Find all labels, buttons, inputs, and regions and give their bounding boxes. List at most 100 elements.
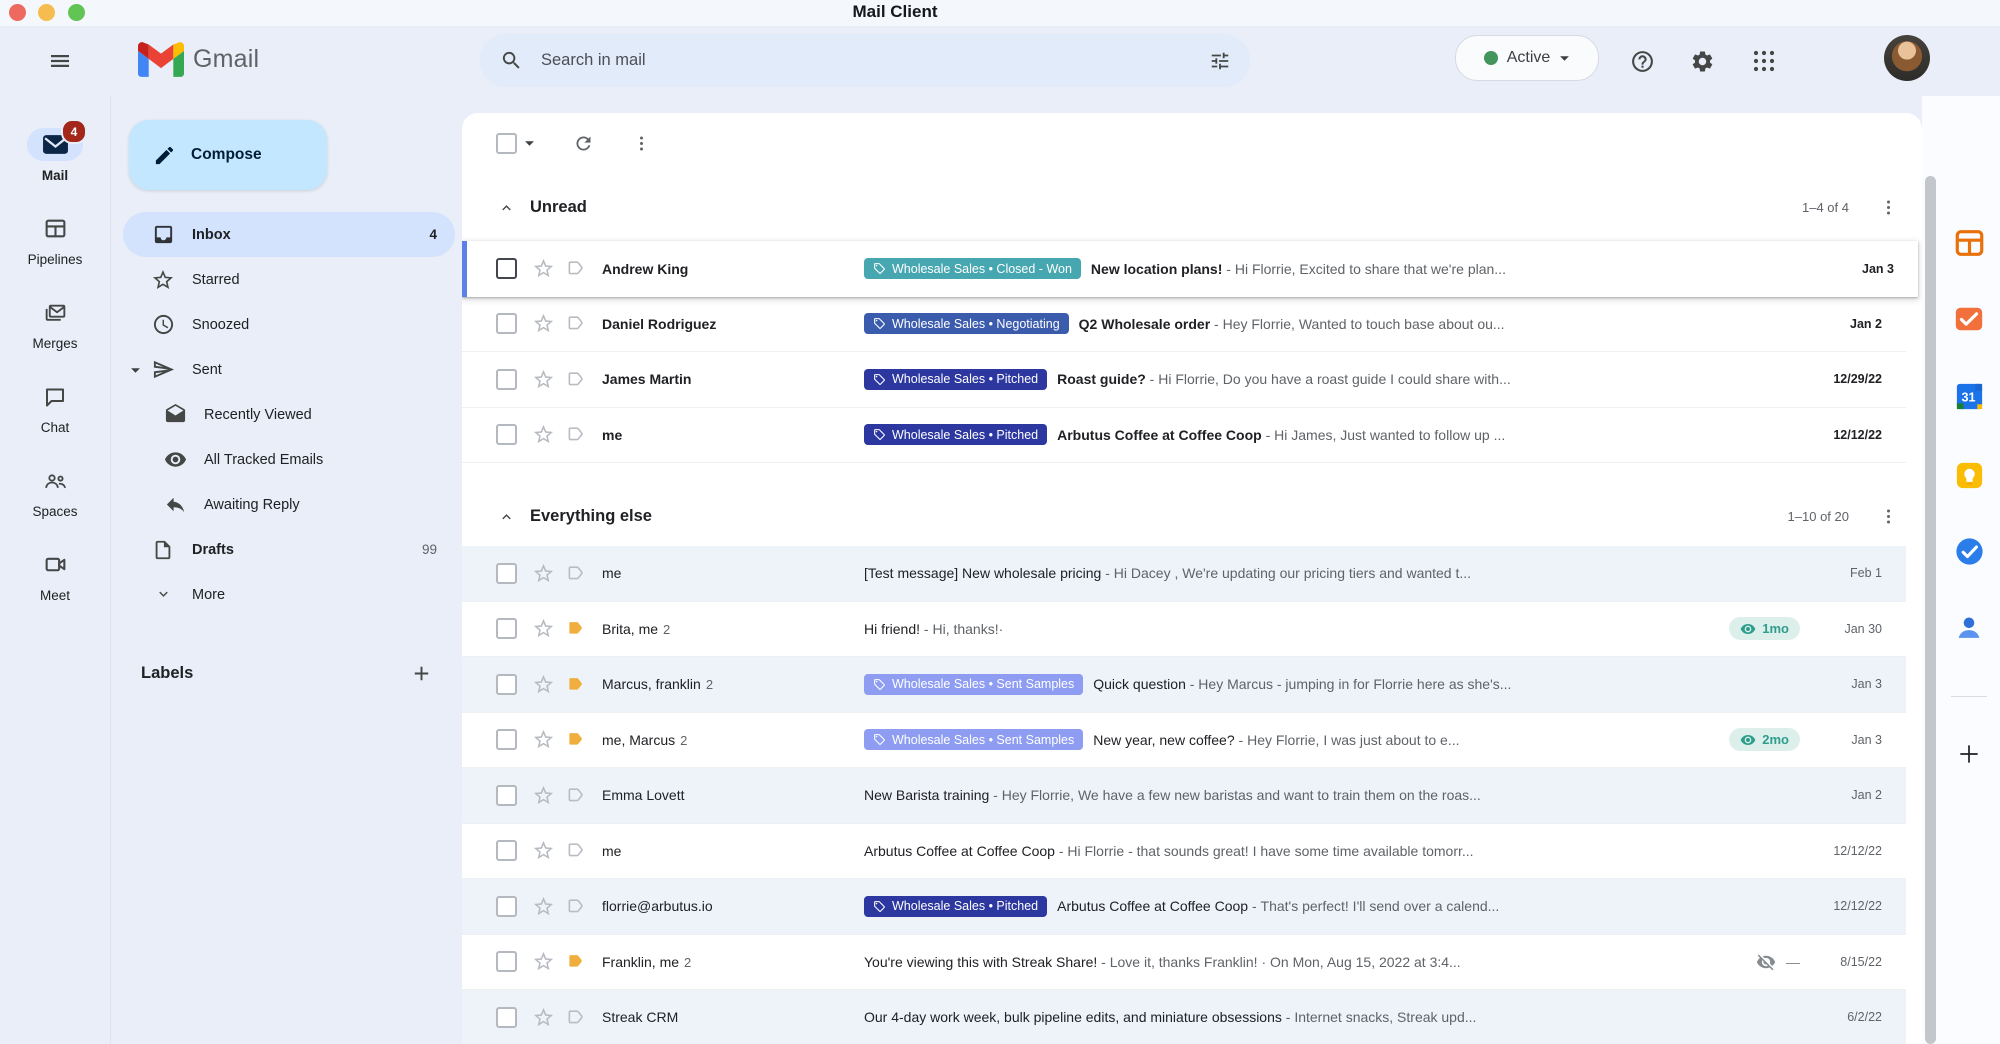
addon-mail-check-icon[interactable]	[1952, 302, 1986, 336]
pipeline-stage-badge[interactable]: Wholesale Sales • Pitched	[864, 369, 1047, 390]
row-checkbox[interactable]	[496, 618, 517, 639]
add-label-icon[interactable]	[410, 662, 433, 685]
email-row[interactable]: Daniel Rodriguez Wholesale Sales • Negot…	[462, 297, 1906, 353]
star-icon[interactable]	[532, 423, 555, 446]
select-all-checkbox[interactable]	[496, 133, 517, 154]
streak-box-icon[interactable]	[567, 425, 586, 444]
refresh-icon[interactable]	[573, 133, 594, 154]
streak-box-icon[interactable]	[567, 786, 586, 805]
pipeline-stage-badge[interactable]: Wholesale Sales • Closed - Won	[864, 258, 1081, 279]
star-icon[interactable]	[532, 1006, 555, 1029]
profile-avatar[interactable]	[1884, 35, 1930, 81]
row-checkbox[interactable]	[496, 369, 517, 390]
sidebar-item-more[interactable]: More	[123, 572, 455, 617]
more-options-icon[interactable]	[632, 134, 651, 153]
row-checkbox[interactable]	[496, 313, 517, 334]
email-row[interactable]: Franklin, me2 You're viewing this with S…	[462, 935, 1906, 991]
email-view-tracking-badge[interactable]: 2mo	[1729, 728, 1800, 751]
email-row[interactable]: James Martin Wholesale Sales • PitchedRo…	[462, 352, 1906, 408]
star-icon[interactable]	[532, 784, 555, 807]
streak-box-icon[interactable]	[567, 370, 586, 389]
sidebar-item-starred[interactable]: Starred	[123, 257, 455, 302]
select-dropdown-caret-icon[interactable]	[524, 138, 535, 149]
sidebar-item-awaiting-reply[interactable]: Awaiting Reply	[123, 482, 455, 527]
email-row[interactable]: me, Marcus2 Wholesale Sales • Sent Sampl…	[462, 713, 1906, 769]
row-checkbox[interactable]	[496, 258, 517, 279]
streak-box-icon[interactable]	[567, 897, 586, 916]
pipeline-stage-badge[interactable]: Wholesale Sales • Sent Samples	[864, 729, 1083, 750]
select-all-control[interactable]	[496, 133, 535, 154]
rail-item-mail[interactable]: 4 Mail	[0, 128, 110, 183]
streak-box-icon[interactable]	[567, 314, 586, 333]
compose-button[interactable]: Compose	[129, 120, 327, 190]
row-checkbox[interactable]	[496, 729, 517, 750]
email-row[interactable]: me Wholesale Sales • PitchedArbutus Coff…	[462, 408, 1906, 464]
section-more-icon[interactable]	[1879, 507, 1898, 526]
list-scrollbar[interactable]	[1925, 176, 1936, 1044]
streak-box-icon[interactable]	[567, 259, 586, 278]
email-row[interactable]: florrie@arbutus.io Wholesale Sales • Pit…	[462, 879, 1906, 935]
star-icon[interactable]	[532, 562, 555, 585]
row-checkbox[interactable]	[496, 896, 517, 917]
star-icon[interactable]	[532, 950, 555, 973]
email-view-tracking-badge[interactable]: 1mo	[1729, 617, 1800, 640]
streak-box-icon[interactable]	[567, 1008, 586, 1027]
email-row[interactable]: Brita, me2 Hi friend! - Hi, thanks!· 1mo…	[462, 602, 1906, 658]
expander-caret-icon[interactable]	[130, 365, 141, 376]
addon-calendar-icon[interactable]: 31	[1952, 379, 1986, 413]
sidebar-item-snoozed[interactable]: Snoozed	[123, 302, 455, 347]
star-icon[interactable]	[532, 728, 555, 751]
sidebar-item-all-tracked-emails[interactable]: All Tracked Emails	[123, 437, 455, 482]
rail-item-chat[interactable]: Chat	[0, 380, 110, 435]
star-icon[interactable]	[532, 617, 555, 640]
email-row[interactable]: Streak CRM Our 4-day work week, bulk pip…	[462, 990, 1906, 1044]
email-row[interactable]: Andrew King Wholesale Sales • Closed - W…	[462, 241, 1918, 297]
streak-box-icon[interactable]	[567, 675, 586, 694]
pipeline-stage-badge[interactable]: Wholesale Sales • Negotiating	[864, 313, 1069, 334]
section-more-icon[interactable]	[1879, 198, 1898, 217]
email-row[interactable]: me [Test message] New wholesale pricing …	[462, 546, 1906, 602]
streak-box-icon[interactable]	[567, 730, 586, 749]
star-icon[interactable]	[532, 673, 555, 696]
status-dropdown[interactable]: Active	[1455, 35, 1599, 81]
sidebar-item-drafts[interactable]: Drafts 99	[123, 527, 455, 572]
collapse-section-icon[interactable]	[498, 199, 515, 216]
pipeline-stage-badge[interactable]: Wholesale Sales • Pitched	[864, 424, 1047, 445]
sidebar-item-inbox[interactable]: Inbox 4	[123, 212, 455, 257]
email-row[interactable]: Emma Lovett New Barista training - Hey F…	[462, 768, 1906, 824]
row-checkbox[interactable]	[496, 1007, 517, 1028]
addon-keep-icon[interactable]	[1952, 458, 1986, 492]
pipeline-stage-badge[interactable]: Wholesale Sales • Pitched	[864, 896, 1047, 917]
star-icon[interactable]	[532, 368, 555, 391]
star-icon[interactable]	[532, 895, 555, 918]
sidebar-item-sent[interactable]: Sent	[123, 347, 455, 392]
addon-streak-icon[interactable]	[1952, 226, 1986, 260]
help-icon[interactable]	[1622, 41, 1662, 81]
streak-box-icon[interactable]	[567, 952, 586, 971]
email-row[interactable]: Marcus, franklin2 Wholesale Sales • Sent…	[462, 657, 1906, 713]
search-options-icon[interactable]	[1200, 41, 1240, 81]
apps-grid-icon[interactable]	[1744, 41, 1784, 81]
streak-box-icon[interactable]	[567, 619, 586, 638]
row-checkbox[interactable]	[496, 424, 517, 445]
rail-item-meet[interactable]: Meet	[0, 548, 110, 603]
row-checkbox[interactable]	[496, 840, 517, 861]
email-row[interactable]: me Arbutus Coffee at Coffee Coop - Hi Fl…	[462, 824, 1906, 880]
row-checkbox[interactable]	[496, 674, 517, 695]
search-bar[interactable]	[480, 34, 1250, 87]
addon-contacts-icon[interactable]	[1952, 611, 1986, 645]
search-input[interactable]	[539, 50, 1200, 71]
addon-tasks-icon[interactable]	[1952, 534, 1986, 568]
rail-item-pipelines[interactable]: Pipelines	[0, 212, 110, 267]
collapse-section-icon[interactable]	[498, 508, 515, 525]
rail-item-spaces[interactable]: Spaces	[0, 464, 110, 519]
streak-box-icon[interactable]	[567, 564, 586, 583]
hamburger-menu-icon[interactable]	[40, 41, 80, 81]
star-icon[interactable]	[532, 312, 555, 335]
addon-plus-icon[interactable]	[1952, 737, 1986, 771]
settings-gear-icon[interactable]	[1682, 41, 1722, 81]
star-icon[interactable]	[532, 257, 555, 280]
search-icon[interactable]	[500, 49, 523, 72]
rail-item-merges[interactable]: Merges	[0, 296, 110, 351]
streak-box-icon[interactable]	[567, 841, 586, 860]
